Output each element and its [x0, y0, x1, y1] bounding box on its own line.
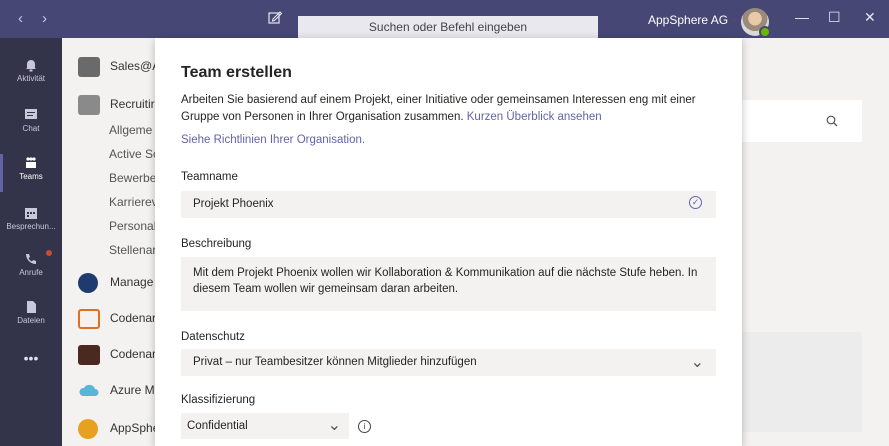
team-row[interactable]: Codenar: [62, 304, 162, 334]
privacy-label: Datenschutz: [181, 331, 245, 343]
files-icon: [27, 301, 36, 313]
app-rail: Aktivität Chat Teams Besprechun... Anruf…: [0, 38, 62, 446]
search-box[interactable]: Suchen oder Befehl eingeben: [298, 16, 598, 38]
rail-item-files[interactable]: Dateien: [0, 292, 62, 342]
classification-label: Klassifizierung: [181, 394, 256, 406]
chevron-down-icon: ⌄: [731, 13, 739, 23]
rail-item-calls[interactable]: Anrufe: [0, 244, 62, 294]
bell-icon: [26, 60, 36, 72]
org-name: AppSphere AG: [648, 13, 729, 27]
channel-item[interactable]: Personal: [109, 219, 156, 233]
rail-item-chat[interactable]: Chat: [0, 100, 62, 150]
search-icon[interactable]: [826, 115, 838, 130]
app-window: ‹ › Suchen oder Befehl eingeben AppSpher…: [0, 0, 889, 446]
team-row[interactable]: Recruitir: [62, 90, 162, 120]
overview-link[interactable]: Kurzen Überblick ansehen: [467, 111, 602, 123]
channel-item[interactable]: Karrierev: [109, 195, 158, 209]
sales-team-icon: [78, 57, 100, 77]
info-icon[interactable]: i: [358, 420, 371, 433]
teams-icon: [26, 157, 36, 168]
privacy-dropdown[interactable]: Privat – nur Teambesitzer können Mitglie…: [181, 349, 716, 376]
notification-dot: [46, 250, 52, 256]
rail-label: Dateien: [17, 316, 45, 325]
channel-item[interactable]: Active Sc: [109, 147, 159, 161]
avatar[interactable]: [741, 8, 771, 38]
channel-item[interactable]: Stellenar: [109, 243, 156, 257]
title-bar: ‹ › Suchen oder Befehl eingeben AppSpher…: [0, 0, 889, 38]
more-icon: •••: [23, 350, 39, 366]
appsphere-team-icon: [78, 419, 98, 439]
background-card: [742, 100, 862, 142]
privacy-value: Privat – nur Teambesitzer können Mitglie…: [193, 356, 477, 368]
teamname-label: Teamname: [181, 171, 238, 183]
team-row[interactable]: AppSphe: [62, 414, 162, 444]
description-label: Beschreibung: [181, 238, 252, 250]
rail-label: Teams: [19, 172, 43, 181]
chevron-down-icon: ⌄: [690, 354, 704, 371]
intro-text: Arbeiten Sie basierend auf einem Projekt…: [181, 94, 696, 123]
channel-item[interactable]: Bewerbe: [109, 171, 156, 185]
compose-icon[interactable]: [267, 9, 285, 27]
rail-label: Anrufe: [19, 268, 43, 277]
codename-team-icon: [78, 309, 100, 329]
forward-button[interactable]: ›: [42, 10, 47, 27]
classification-value: Confidential: [187, 420, 248, 432]
maximize-button[interactable]: ☐: [828, 9, 841, 26]
rail-label: Besprechun...: [6, 222, 56, 231]
teamname-field[interactable]: Projekt Phoenix ✓: [181, 191, 716, 218]
team-row[interactable]: Azure M: [62, 376, 162, 406]
codename2-team-icon: [78, 345, 100, 365]
dialog-intro: Arbeiten Sie basierend auf einem Projekt…: [181, 92, 721, 126]
minimize-button[interactable]: —: [795, 9, 809, 25]
team-name: Sales@A: [110, 59, 161, 73]
classification-dropdown[interactable]: Confidential ⌄: [181, 413, 349, 439]
team-name: Codenar: [110, 311, 157, 325]
team-row[interactable]: Sales@A: [62, 52, 162, 82]
team-name: Azure M: [110, 383, 155, 397]
description-field[interactable]: Mit dem Projekt Phoenix wollen wir Kolla…: [181, 257, 716, 311]
rail-label: Chat: [22, 124, 40, 133]
org-switcher[interactable]: AppSphere AG ⌄: [648, 13, 739, 27]
team-row[interactable]: Codenar: [62, 340, 162, 370]
rail-label: Aktivität: [16, 74, 45, 83]
presence-available-icon: [759, 26, 771, 38]
azure-team-icon: [78, 381, 100, 401]
team-row[interactable]: Manage: [62, 268, 162, 298]
background-card: [742, 332, 862, 432]
rail-item-activity[interactable]: Aktivität: [0, 50, 62, 100]
team-name: Manage: [110, 275, 154, 289]
teamname-value: Projekt Phoenix: [193, 198, 274, 210]
management-team-icon: [78, 273, 98, 293]
recruiting-team-icon: [78, 95, 100, 115]
rail-item-teams[interactable]: Teams: [0, 148, 62, 198]
team-name: Codenar: [110, 347, 157, 361]
description-value: Mit dem Projekt Phoenix wollen wir Kolla…: [193, 267, 698, 295]
policy-link[interactable]: Siehe Richtlinien Ihrer Organisation.: [181, 134, 365, 146]
rail-item-meetings[interactable]: Besprechun...: [0, 198, 62, 248]
rail-item-more[interactable]: •••: [0, 340, 62, 390]
chat-icon: [25, 109, 37, 119]
create-team-dialog: Team erstellen Arbeiten Sie basierend au…: [155, 38, 742, 446]
calendar-icon: [25, 208, 37, 219]
channel-item[interactable]: Allgeme: [109, 123, 152, 137]
dialog-title: Team erstellen: [181, 64, 292, 81]
phone-icon: [26, 254, 36, 264]
team-name: Recruitir: [110, 97, 155, 111]
back-button[interactable]: ‹: [18, 10, 23, 27]
teams-list: Sales@A Recruitir Allgeme Active Sc Bewe…: [62, 38, 162, 446]
chevron-down-icon: ⌄: [327, 417, 341, 434]
check-circle-icon: ✓: [689, 196, 702, 209]
team-name: AppSphe: [110, 421, 160, 435]
close-button[interactable]: ✕: [864, 9, 876, 26]
